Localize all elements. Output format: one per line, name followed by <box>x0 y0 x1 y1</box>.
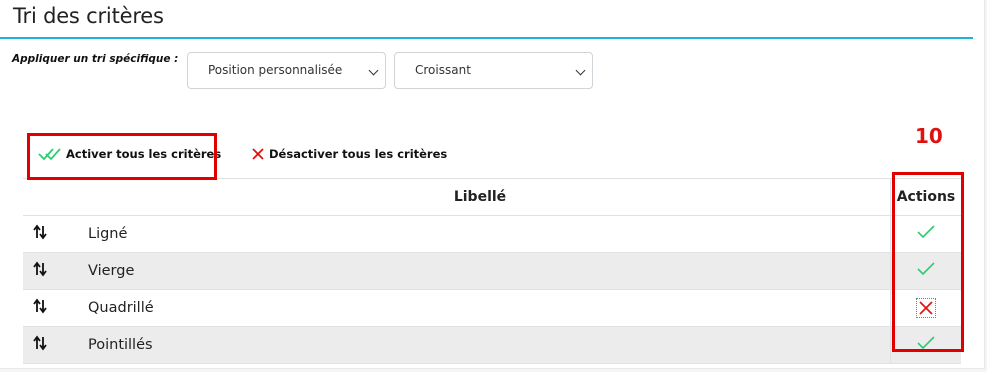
activate-all-button[interactable]: Activer tous les critères <box>38 147 221 161</box>
deactivate-all-label: Désactiver tous les critères <box>269 147 448 161</box>
table-row: Quadrillé <box>23 289 961 327</box>
sort-field-value: Position personnalisée <box>208 63 343 77</box>
sort-handle-icon <box>33 224 47 240</box>
sort-order-select[interactable]: Croissant <box>394 52 593 89</box>
criterion-toggle-button[interactable] <box>890 252 961 290</box>
check-icon <box>917 336 935 350</box>
criterion-label: Quadrillé <box>70 289 891 327</box>
sort-handle-icon <box>33 298 47 314</box>
criteria-table: Libellé Actions Ligné Vierge Quadrillé Poin… <box>23 178 961 364</box>
double-check-icon <box>38 148 61 161</box>
chevron-down-icon <box>575 65 586 76</box>
sort-handle-icon <box>33 335 47 351</box>
close-icon <box>919 301 933 315</box>
sort-order-value: Croissant <box>415 63 471 77</box>
column-header-actions: Actions <box>890 178 961 216</box>
criterion-toggle-button[interactable] <box>890 215 961 253</box>
drag-handle[interactable] <box>23 326 70 364</box>
sort-field-select[interactable]: Position personnalisée <box>187 52 386 89</box>
table-row: Ligné <box>23 215 961 253</box>
table-row: Pointillés <box>23 326 961 364</box>
panel-title: Tri des critères <box>13 4 164 28</box>
sort-label: Appliquer un tri spécifique : <box>12 53 179 65</box>
criterion-toggle-button[interactable] <box>890 289 961 327</box>
close-icon <box>252 148 264 160</box>
table-row: Vierge <box>23 252 961 290</box>
criterion-label: Pointillés <box>70 326 891 364</box>
title-divider <box>0 37 973 39</box>
activate-all-label: Activer tous les critères <box>66 147 222 161</box>
column-header-label: Libellé <box>70 178 891 216</box>
drag-handle[interactable] <box>23 252 70 290</box>
drag-handle[interactable] <box>23 289 70 327</box>
criterion-label: Vierge <box>70 252 891 290</box>
check-icon <box>917 262 935 276</box>
check-icon <box>917 225 935 239</box>
criterion-toggle-button[interactable] <box>890 326 961 364</box>
drag-handle[interactable] <box>23 215 70 253</box>
chevron-down-icon <box>368 65 379 76</box>
table-header-row: Libellé Actions <box>23 178 961 216</box>
deactivate-all-button[interactable]: Désactiver tous les critères <box>251 147 447 161</box>
criteria-sort-panel: Tri des critères Appliquer un tri spécif… <box>0 0 985 369</box>
criterion-label: Ligné <box>70 215 891 253</box>
column-header-handle <box>23 178 70 216</box>
annotation-count: 10 <box>915 124 943 148</box>
sort-handle-icon <box>33 261 47 277</box>
